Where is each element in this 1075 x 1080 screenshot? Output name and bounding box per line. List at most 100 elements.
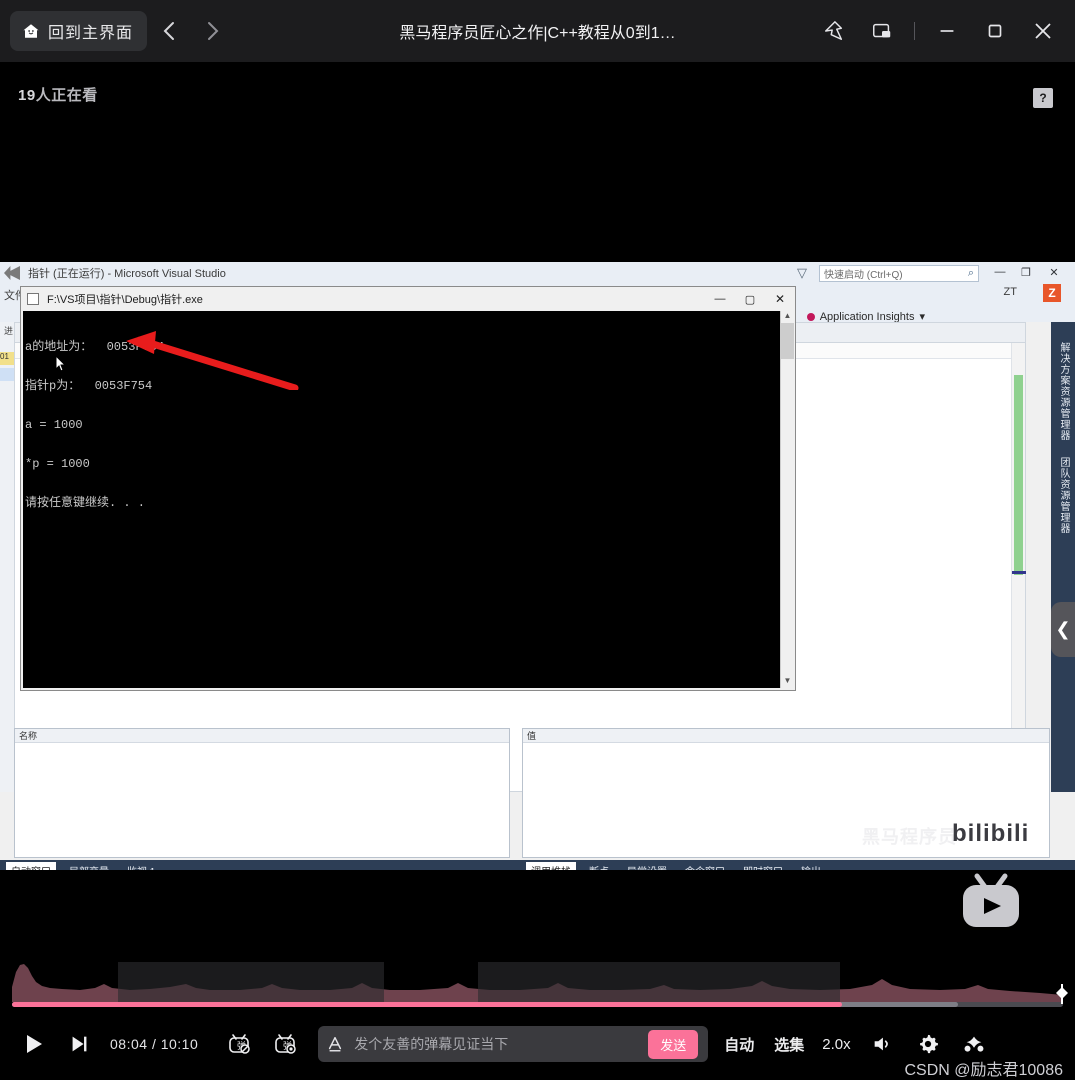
video-surface[interactable]: 指针 (正在运行) - Microsoft Visual Studio ▽ ⌸ … xyxy=(0,262,1075,870)
font-A-icon xyxy=(329,1036,342,1052)
console-line: a = 1000 xyxy=(25,418,83,432)
back-to-home-label: 回到主界面 xyxy=(48,25,134,42)
application-insights-label: Application Insights xyxy=(819,310,915,323)
volume-button[interactable] xyxy=(859,1021,905,1067)
close-icon xyxy=(1035,23,1051,39)
console-app-icon xyxy=(27,293,39,305)
scroll-down-icon[interactable]: ▼ xyxy=(781,676,794,688)
nav-forward-button[interactable] xyxy=(191,11,235,51)
vs-feedback-icon[interactable]: ▽ xyxy=(797,265,807,281)
tab-locals[interactable]: 局部变量 xyxy=(64,862,114,871)
chevron-left-icon xyxy=(163,22,175,40)
scrollbar-position-mark xyxy=(1012,571,1026,574)
pin-on-top-button[interactable] xyxy=(812,9,856,53)
danmaku-input-box[interactable]: 发个友善的弹幕见证当下 发送 xyxy=(318,1026,709,1062)
vs-minimize-button[interactable]: — xyxy=(987,263,1013,281)
vs-window-title: 指针 (正在运行) - Microsoft Visual Studio xyxy=(28,268,226,280)
pin-icon xyxy=(825,21,843,40)
scrollbar-thumb[interactable] xyxy=(1014,375,1023,575)
locals-panel-header: 名称 xyxy=(15,729,509,743)
danmaku-info-icon[interactable]: ? xyxy=(1033,88,1053,108)
tab-output[interactable]: 输出 xyxy=(796,862,826,871)
widescreen-icon xyxy=(964,1036,984,1052)
quality-auto-button[interactable]: 自动 xyxy=(714,1034,764,1055)
viewer-count-number: 19 xyxy=(18,87,36,104)
team-explorer-tab[interactable]: 团队资源管理器 xyxy=(1056,457,1071,534)
danmaku-input-placeholder: 发个友善的弹幕见证当下 xyxy=(354,1036,509,1052)
console-maximize-button[interactable]: ▢ xyxy=(735,287,765,311)
panel-collapse-button[interactable]: ❮ xyxy=(1051,602,1075,657)
close-window-button[interactable] xyxy=(1021,9,1065,53)
chevron-right-icon xyxy=(208,22,219,40)
bottom-left-tabs: 自动窗口 局部变量 监视 1 xyxy=(6,861,160,871)
playback-speed-button[interactable]: 2.0x xyxy=(814,1036,858,1053)
quick-launch-input[interactable]: 快速启动 (Ctrl+Q) ⌕ xyxy=(819,265,979,282)
progress-handle[interactable] xyxy=(1055,983,1069,1010)
editor-scrollbar[interactable] xyxy=(1011,343,1026,791)
console-minimize-button[interactable]: — xyxy=(705,287,735,311)
locals-panel[interactable]: 名称 xyxy=(14,728,510,858)
vs-close-button[interactable]: ✕ xyxy=(1041,263,1067,281)
console-title-bar[interactable]: F:\VS项目\指针\Debug\指针.exe — ▢ ✕ xyxy=(21,287,795,311)
episodes-button[interactable]: 选集 xyxy=(764,1034,814,1055)
csdn-watermark: CSDN @励志君10086 xyxy=(904,1062,1063,1079)
window-controls xyxy=(812,9,1075,53)
minimize-window-button[interactable] xyxy=(925,9,969,53)
nav-back-button[interactable] xyxy=(147,11,191,51)
danmaku-settings-button[interactable]: 弹 xyxy=(262,1021,308,1067)
vs-left-toolbox-strip[interactable]: 进 01 xyxy=(0,322,18,792)
picture-in-picture-button[interactable] xyxy=(860,9,904,53)
play-icon xyxy=(27,1035,42,1053)
toolbar-divider xyxy=(914,22,915,40)
quick-launch-placeholder: 快速启动 (Ctrl+Q) xyxy=(824,270,903,281)
next-episode-button[interactable] xyxy=(56,1021,102,1067)
console-scrollbar[interactable]: ▲ ▼ xyxy=(780,311,794,688)
console-line: *p = 1000 xyxy=(25,457,90,471)
call-stack-panel-header: 值 xyxy=(523,729,1049,743)
maximize-icon xyxy=(988,24,1002,38)
vs-account-avatar[interactable]: Z xyxy=(1043,284,1061,302)
send-danmaku-button[interactable]: 发送 xyxy=(648,1029,699,1059)
progress-played xyxy=(12,1002,843,1007)
danmaku-toggle-button[interactable]: 弹 xyxy=(216,1021,262,1067)
console-scrollbar-thumb[interactable] xyxy=(781,323,794,359)
back-to-home-button[interactable]: 回到主界面 xyxy=(10,11,148,51)
audio-waveform xyxy=(12,962,1063,1002)
visual-studio-window: 指针 (正在运行) - Microsoft Visual Studio ▽ ⌸ … xyxy=(0,262,1075,870)
search-icon: ⌕ xyxy=(967,267,974,279)
console-title: F:\VS项目\指针\Debug\指针.exe xyxy=(47,294,203,306)
bilibili-tv-logo-icon xyxy=(963,873,1019,927)
picture-in-picture-icon xyxy=(873,23,891,38)
play-pause-button[interactable] xyxy=(10,1021,56,1067)
visual-studio-logo-icon xyxy=(4,266,20,280)
total-duration: 10:10 xyxy=(160,1036,199,1052)
danmaku-settings-icon: 弹 xyxy=(275,1034,297,1054)
next-track-icon xyxy=(72,1036,87,1052)
app-title-bar: 回到主界面 黑马程序员匠心之作|C++教程从0到1… xyxy=(0,0,1075,62)
bilibili-watermark: bilibili xyxy=(952,820,1030,847)
tab-breakpoints[interactable]: 断点 xyxy=(584,862,614,871)
vs-account-name[interactable]: ZT xyxy=(1004,286,1017,298)
heima-watermark: 黑马程序员 xyxy=(862,827,957,847)
time-separator: / xyxy=(151,1036,157,1052)
viewer-count: 19人正在看 xyxy=(18,84,98,105)
vs-restore-button[interactable]: ❐ xyxy=(1013,263,1039,281)
bottom-right-tabs: 调用堆栈 断点 异常设置 命令窗口 即时窗口 输出 xyxy=(526,861,826,871)
maximize-window-button[interactable] xyxy=(973,9,1017,53)
viewer-count-suffix: 人正在看 xyxy=(35,87,98,104)
mouse-cursor-icon xyxy=(55,355,67,372)
progress-track[interactable] xyxy=(12,1002,1063,1007)
tab-autos[interactable]: 自动窗口 xyxy=(6,861,56,870)
tab-command-window[interactable]: 命令窗口 xyxy=(680,862,730,871)
scroll-up-icon[interactable]: ▲ xyxy=(781,311,794,323)
tab-call-stack[interactable]: 调用堆栈 xyxy=(526,861,576,870)
console-close-button[interactable]: ✕ xyxy=(765,287,795,311)
home-icon xyxy=(23,24,39,38)
solution-explorer-tab[interactable]: 解决方案资源管理器 xyxy=(1056,342,1071,441)
progress-area[interactable] xyxy=(0,962,1075,1012)
console-line: 请按任意键继续. . . xyxy=(25,496,146,510)
tab-exception-settings[interactable]: 异常设置 xyxy=(622,862,672,871)
volume-icon xyxy=(874,1037,888,1051)
tab-watch-1[interactable]: 监视 1 xyxy=(122,862,160,871)
tab-immediate-window[interactable]: 即时窗口 xyxy=(738,862,788,871)
